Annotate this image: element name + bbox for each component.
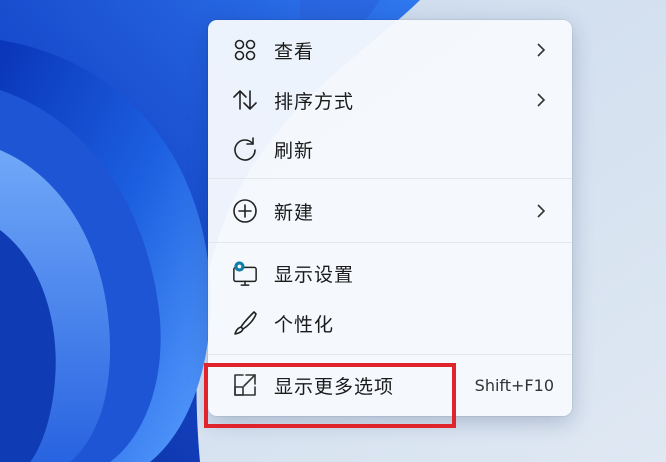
menu-separator <box>208 178 572 179</box>
menu-separator <box>208 242 572 243</box>
plus-circle-icon <box>232 198 258 224</box>
menu-item-show-more-options[interactable]: 显示更多选项 Shift+F10 <box>214 362 566 408</box>
menu-item-label: 刷新 <box>274 139 315 162</box>
menu-item-display-settings[interactable]: 显示设置 <box>214 250 566 296</box>
display-settings-icon <box>232 260 258 286</box>
menu-item-label: 排序方式 <box>274 90 355 113</box>
refresh-icon <box>232 136 258 162</box>
chevron-right-icon <box>534 43 548 57</box>
open-external-icon <box>232 372 258 398</box>
menu-item-new[interactable]: 新建 <box>214 188 566 234</box>
brush-icon <box>232 310 258 336</box>
menu-item-label: 查看 <box>274 40 315 63</box>
menu-separator <box>208 354 572 355</box>
keyboard-shortcut: Shift+F10 <box>474 375 554 395</box>
grid-view-icon <box>232 37 258 63</box>
chevron-right-icon <box>534 93 548 107</box>
menu-item-label: 新建 <box>274 201 315 224</box>
menu-item-refresh[interactable]: 刷新 <box>214 126 566 172</box>
menu-item-view[interactable]: 查看 <box>214 27 566 73</box>
sort-arrows-icon <box>232 87 258 113</box>
chevron-right-icon <box>534 204 548 218</box>
menu-item-label: 个性化 <box>274 313 335 336</box>
menu-item-personalize[interactable]: 个性化 <box>214 300 566 346</box>
menu-item-label: 显示更多选项 <box>274 375 395 398</box>
menu-item-label: 显示设置 <box>274 263 355 286</box>
desktop-context-menu: 查看 排序方式 刷新 新建 显示设置 个性化 显示更多选项 Shift+F10 <box>208 20 572 416</box>
menu-item-sort-by[interactable]: 排序方式 <box>214 77 566 123</box>
